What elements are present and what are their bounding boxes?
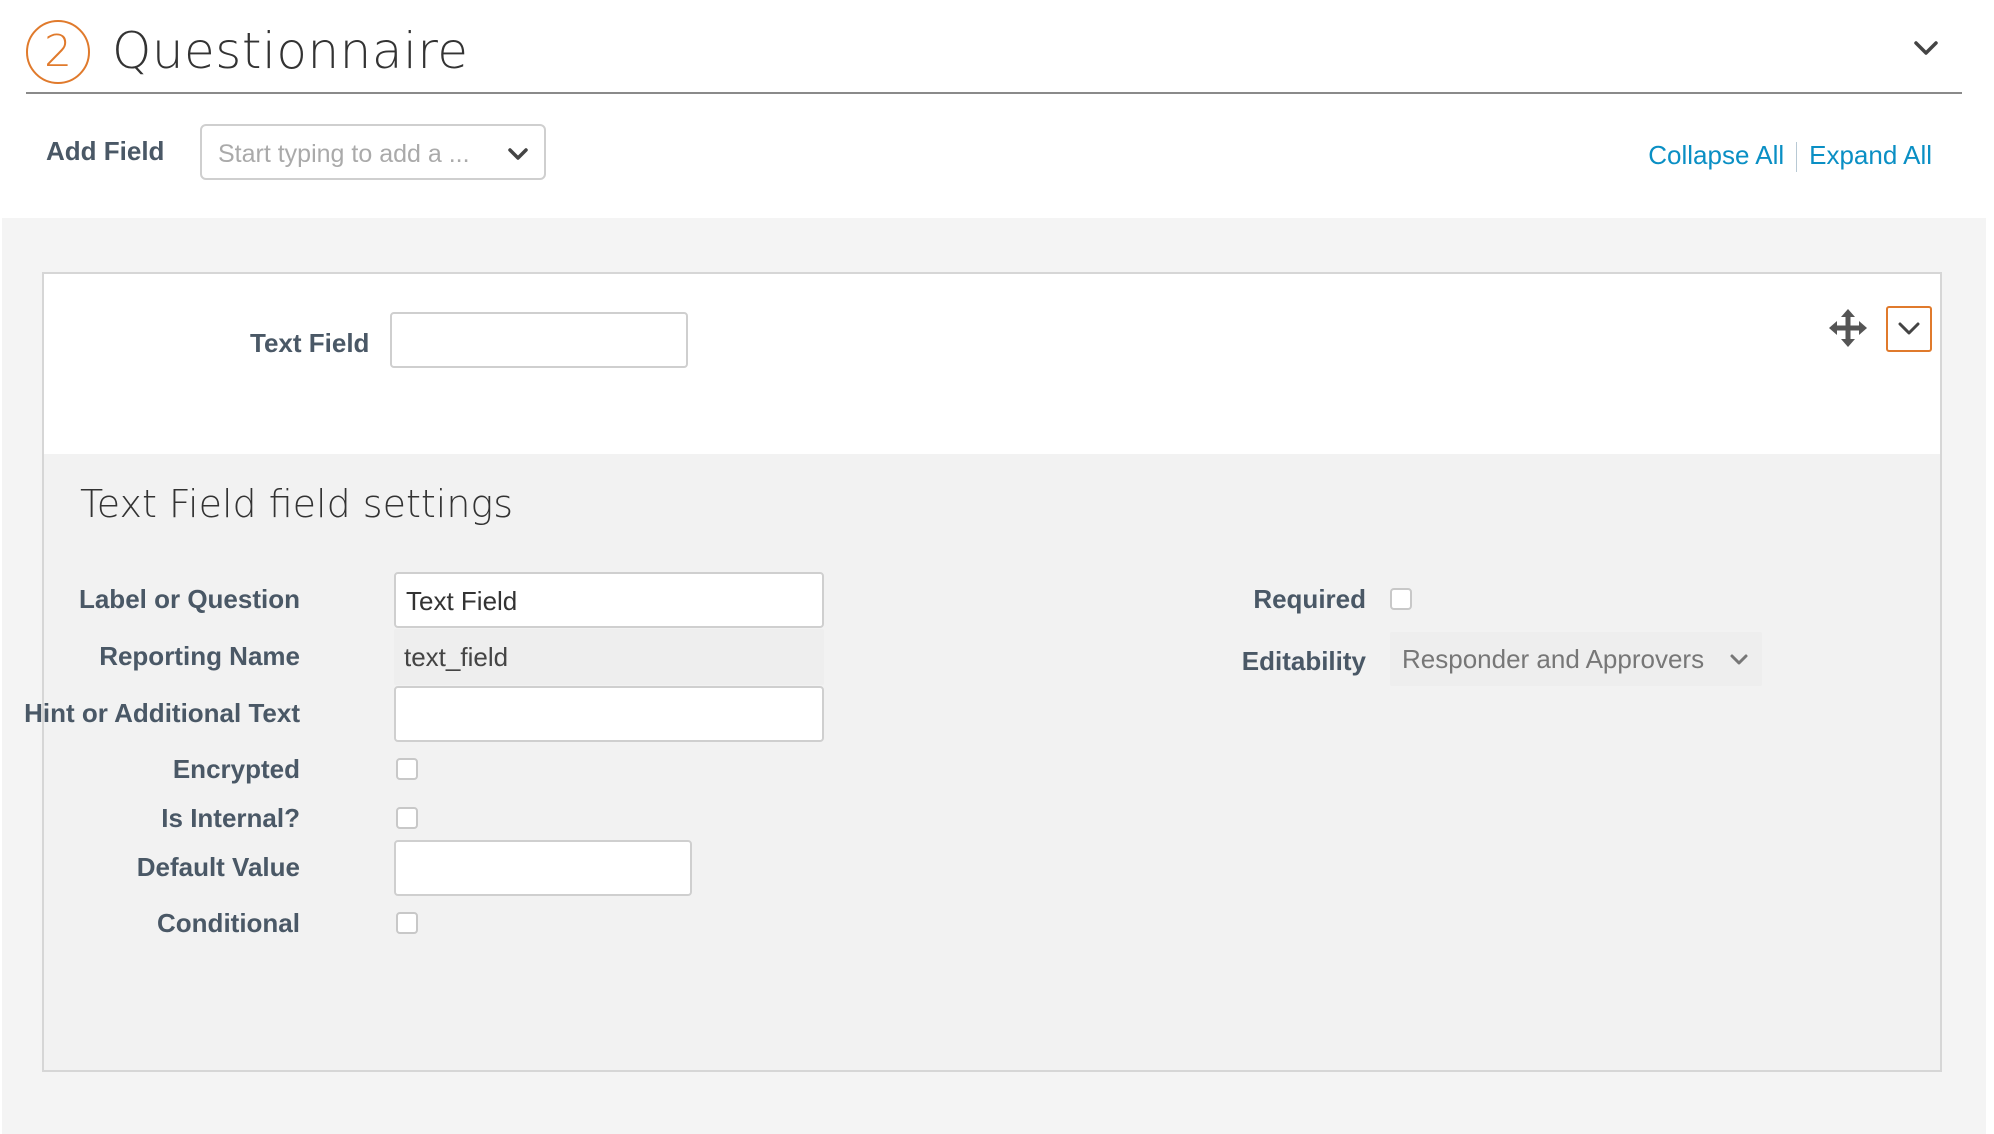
editability-value: Responder and Approvers [1402, 644, 1705, 674]
label-or-question-input[interactable]: Text Field [394, 572, 824, 628]
form-canvas: Text Field Text Field field settings Lab… [2, 218, 1986, 1134]
preview-text-input[interactable] [390, 312, 688, 368]
page-title: Questionnaire [112, 22, 469, 80]
encrypted-label: Encrypted [172, 754, 300, 784]
required-checkbox[interactable] [1390, 588, 1412, 610]
editability-select[interactable]: Responder and Approvers [1390, 632, 1762, 686]
add-field-placeholder: Start typing to add a ... [218, 140, 470, 168]
toolbar: Add Field Start typing to add a ... Coll… [0, 92, 1994, 218]
chevron-down-icon[interactable] [1912, 34, 1940, 62]
add-field-label: Add Field [46, 136, 165, 166]
add-field-select[interactable]: Start typing to add a ... [200, 124, 546, 180]
chevron-down-icon [1728, 648, 1750, 670]
chevron-down-icon [506, 142, 530, 166]
editability-label: Editability [1241, 646, 1366, 676]
is-internal-label: Is Internal? [161, 803, 300, 833]
reporting-name-value: text_field [394, 629, 824, 685]
link-divider: | [1796, 142, 1798, 173]
hint-label: Hint or Additional Text [24, 698, 300, 728]
encrypted-checkbox[interactable] [396, 758, 418, 780]
settings-title: Text Field field settings [80, 482, 514, 526]
preview-field-label: Text Field [250, 328, 370, 358]
move-icon[interactable] [1828, 308, 1868, 348]
required-label: Required [1253, 584, 1366, 614]
step-number-badge: 2 [26, 20, 90, 84]
chevron-down-icon [1898, 322, 1920, 335]
conditional-label: Conditional [157, 908, 300, 938]
field-preview: Text Field [44, 274, 1940, 454]
conditional-checkbox[interactable] [396, 912, 418, 934]
label-or-question-label: Label or Question [78, 584, 300, 614]
hint-input[interactable] [394, 686, 824, 742]
expand-all-link[interactable]: Expand All [1809, 140, 1932, 170]
reporting-name-label: Reporting Name [99, 641, 300, 671]
default-value-input[interactable] [394, 840, 692, 896]
is-internal-checkbox[interactable] [396, 807, 418, 829]
collapse-all-link[interactable]: Collapse All [1648, 140, 1784, 170]
field-toggle-button[interactable] [1886, 306, 1932, 352]
field-card: Text Field Text Field field settings Lab… [24, 272, 1942, 1072]
section-header: 2 Questionnaire [26, 20, 1962, 94]
default-value-label: Default Value [136, 852, 300, 882]
collapse-expand-links: Collapse All | Expand All [1648, 140, 1932, 173]
